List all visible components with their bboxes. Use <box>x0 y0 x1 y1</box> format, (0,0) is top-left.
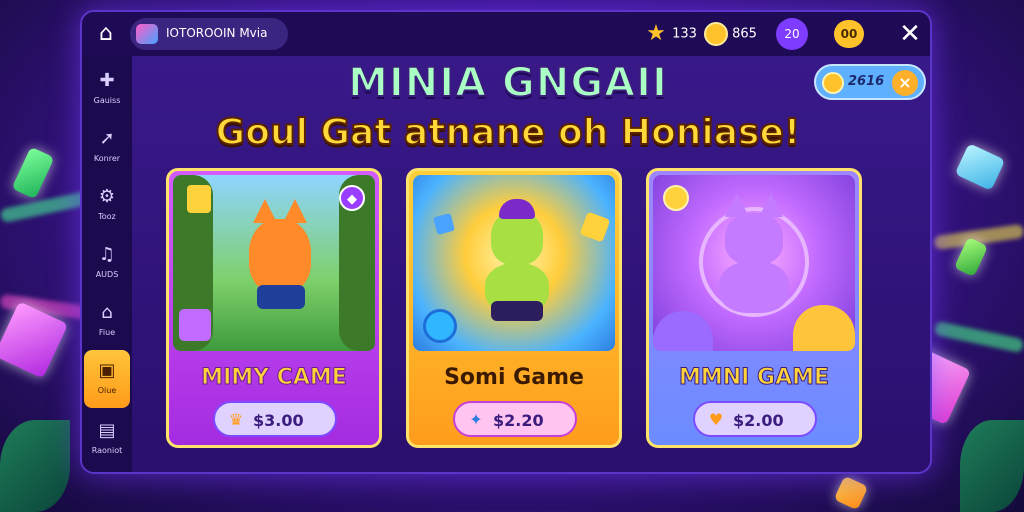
home-button[interactable]: ⌂ <box>92 20 120 48</box>
close-button[interactable]: ✕ <box>894 18 926 50</box>
fox-ear <box>283 199 307 223</box>
music-note-icon: ♫ <box>98 244 116 265</box>
sidebar-item-audio[interactable]: ♫ AUDS <box>84 234 130 292</box>
sidebar-item-cards[interactable]: ▣ Oiue <box>84 350 130 408</box>
cat-character <box>725 213 783 265</box>
close-icon: ✕ <box>899 19 921 49</box>
coin-icon <box>822 72 844 94</box>
fox-ear <box>253 199 277 223</box>
cat-ear <box>725 193 749 217</box>
shield-icon <box>423 309 457 343</box>
frog-character <box>491 211 543 265</box>
game-card[interactable]: ◆ MIMY CAME ♛ $3.00 <box>166 168 382 448</box>
gear-icon: ⚙ <box>98 186 116 207</box>
sidebar-item-home[interactable]: ⌂ Fiue <box>84 292 130 350</box>
sidebar-item-book[interactable]: ▤ Raoniot <box>84 410 130 468</box>
currency-pill[interactable]: 2616 × <box>814 64 926 100</box>
currency-close-button[interactable]: × <box>892 70 918 96</box>
game-card-art <box>653 175 855 351</box>
heart-icon: ♥ <box>708 410 724 429</box>
cloud-decoration <box>653 311 713 351</box>
sidebar-item-label: Raoniot <box>91 446 123 455</box>
coin-counter: 865 <box>704 22 757 46</box>
game-card[interactable]: Somi Game ✦ $2.20 <box>406 168 622 448</box>
cat-ear <box>759 193 783 217</box>
light-ray <box>933 320 1024 354</box>
gold-badge[interactable]: 00 <box>834 20 864 48</box>
sidebar-item-label: Konrer <box>93 154 121 163</box>
home-icon: ⌂ <box>99 21 113 46</box>
fox-character <box>249 219 311 293</box>
book-icon: ▤ <box>98 420 116 441</box>
game-card[interactable]: MMNI GAME ♥ $2.00 <box>646 168 862 448</box>
cube-icon <box>432 212 456 236</box>
page-title: MINIA GNGAII <box>347 59 668 107</box>
coin-icon <box>663 185 689 211</box>
star-counter: ★ 133 <box>644 22 697 46</box>
game-card-art: ◆ <box>173 175 375 351</box>
crystal-gem <box>833 475 869 511</box>
app-title-pill[interactable]: IOTOROOIN Mvia <box>130 18 288 50</box>
price-value: $3.00 <box>253 411 304 430</box>
crown-icon: ♛ <box>228 410 244 429</box>
star-icon: ★ <box>646 21 666 46</box>
leaf-decoration <box>0 420 70 512</box>
coin-count: 865 <box>732 26 757 42</box>
game-panel: ⌂ IOTOROOIN Mvia ★ 133 865 20 00 ✕ ✚ Gau… <box>80 10 932 474</box>
star-count: 133 <box>672 26 697 42</box>
app-icon <box>136 24 158 44</box>
leaf-decoration <box>960 420 1024 512</box>
page-subtitle: Goul Gat atnane oh Honiase! <box>215 111 802 154</box>
crystal-gem <box>11 146 55 200</box>
sidebar-item-label: Oiue <box>97 386 117 395</box>
game-card-title: MMNI GAME <box>678 365 830 391</box>
character-pants <box>491 301 543 321</box>
game-card-art <box>413 175 615 351</box>
notification-badge[interactable]: 20 <box>776 18 808 50</box>
fox-shorts <box>257 285 305 309</box>
home-icon: ⌂ <box>101 302 113 323</box>
coin-icon <box>704 22 728 46</box>
sidebar-item-settings[interactable]: ⚙ Tooz <box>84 176 130 234</box>
sidebar-item-label: Fiue <box>98 328 116 337</box>
game-card-title: Somi Game <box>444 365 584 390</box>
cube-icon <box>187 185 211 213</box>
cube-icon <box>579 211 611 243</box>
game-card-title: MIMY CAME <box>201 365 348 391</box>
cat-body <box>719 261 789 313</box>
cube-icon <box>179 309 211 341</box>
price-value: $2.00 <box>733 411 784 430</box>
light-ray <box>0 190 91 224</box>
cloud-decoration <box>793 305 855 351</box>
top-bar: ⌂ IOTOROOIN Mvia ★ 133 865 20 00 ✕ <box>82 12 930 56</box>
sidebar-item-label: AUDS <box>95 270 119 279</box>
app-title: IOTOROOIN Mvia <box>166 26 268 40</box>
price-button[interactable]: ✦ $2.20 <box>453 401 577 437</box>
crystal-gem <box>954 143 1006 191</box>
currency-value: 2616 <box>848 74 885 89</box>
price-button[interactable]: ♥ $2.00 <box>693 401 817 437</box>
character-hat <box>499 199 535 219</box>
sidebar-item-label: Tooz <box>98 212 116 221</box>
new-badge-icon: ◆ <box>339 185 365 211</box>
price-button[interactable]: ♛ $3.00 <box>213 401 337 437</box>
sparkle-icon: ✦ <box>469 410 483 429</box>
price-value: $2.20 <box>493 411 544 430</box>
card-icon: ▣ <box>98 360 116 381</box>
